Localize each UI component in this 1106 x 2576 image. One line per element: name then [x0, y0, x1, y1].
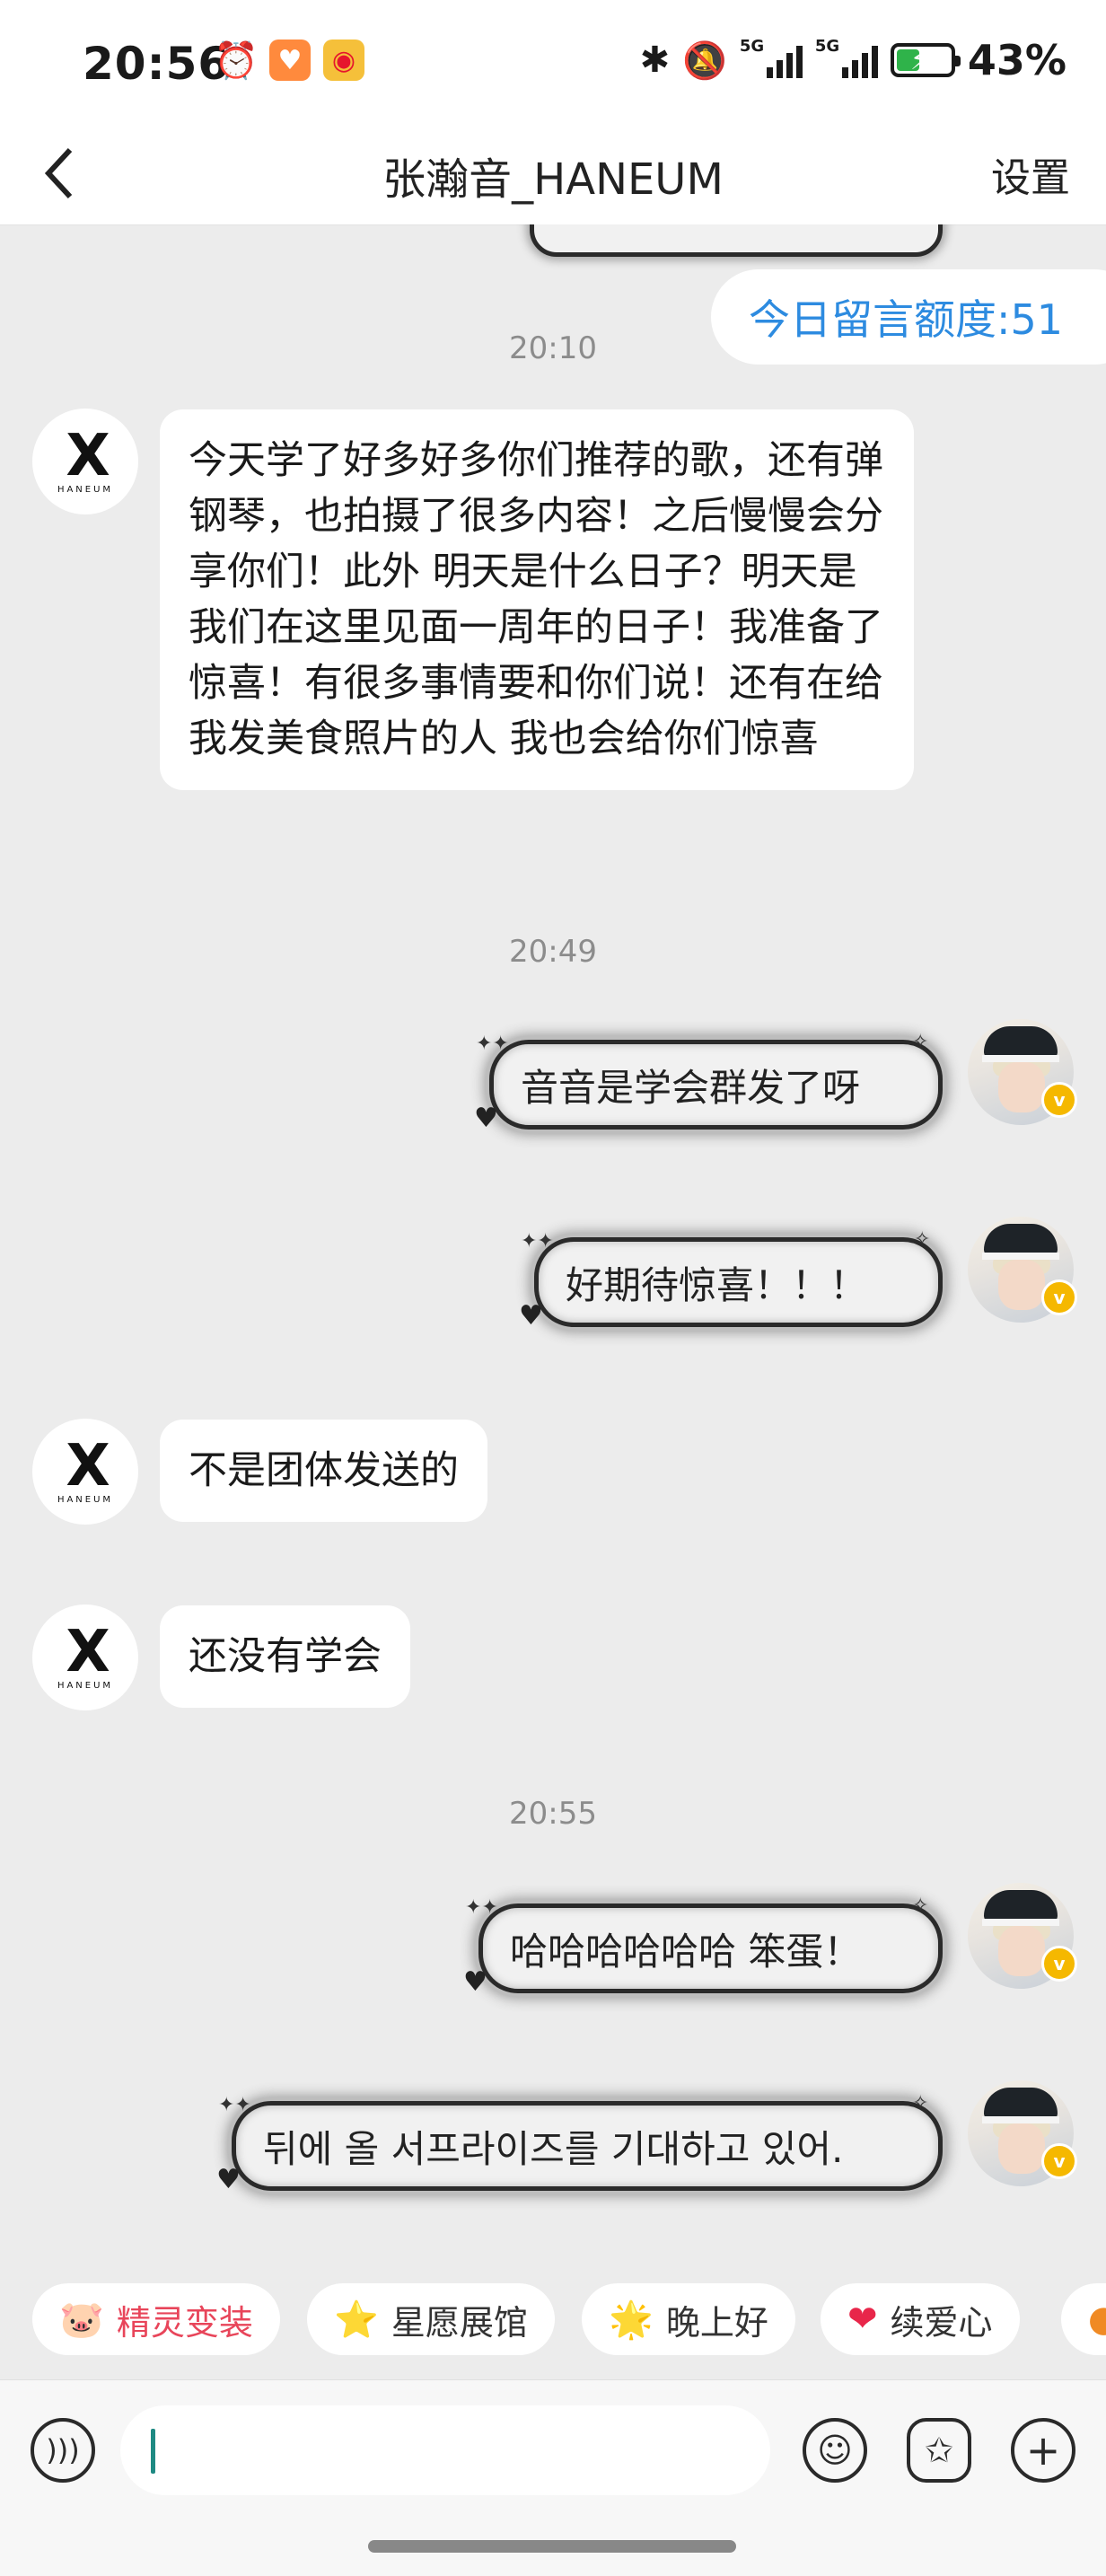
status-left-icons: ⏰ ♥ ◉ — [214, 40, 364, 82]
logo-text: HANEUM — [57, 1680, 114, 1691]
emoji-icon: ☺ — [817, 2431, 853, 2470]
logo-glyph: X — [66, 1618, 110, 1685]
avatar[interactable]: v — [968, 1883, 1077, 1989]
sparkle-icon: ✦✦ — [476, 1033, 509, 1055]
heart-icon: ♥ — [519, 1300, 543, 1332]
message-list[interactable]: 今日留言额度:51 20:10 X HANEUM 今天学了好多好多你们推荐的歌，… — [0, 224, 1106, 2267]
signal-5g-icon: 5G — [740, 37, 803, 78]
avatar[interactable]: X HANEUM — [32, 1605, 138, 1710]
timestamp: 20:49 — [509, 934, 597, 970]
heart-icon: ♥ — [474, 1103, 498, 1134]
chat-header: 张瀚音_HANEUM 设置 — [0, 126, 1106, 225]
avatar[interactable]: v — [968, 1019, 1077, 1125]
verified-badge-icon: v — [1041, 2143, 1077, 2179]
network-type-2: 5G — [814, 37, 840, 56]
chip-renew-heart[interactable]: ❤ 续爱心 — [821, 2283, 1020, 2355]
bow-icon: ✧ — [914, 1228, 931, 1251]
message-input[interactable] — [120, 2405, 770, 2495]
chip-label: 星愿展馆 — [391, 2302, 528, 2343]
text-caret — [151, 2429, 155, 2474]
heart-icon: ❤ — [847, 2299, 878, 2340]
battery-percent: 43% — [967, 36, 1066, 84]
star-icon: ⭐ — [334, 2299, 379, 2341]
heart-icon: ♥ — [463, 1966, 487, 1998]
message-bubble-out[interactable]: 好期待惊喜！！！ — [534, 1237, 943, 1327]
message-bubble-in[interactable]: 不是团体发送的 — [160, 1420, 487, 1522]
message-bubble-out[interactable]: 音音是学会群发了呀 — [489, 1040, 943, 1130]
plus-icon: + — [1025, 2426, 1061, 2475]
logo-text: HANEUM — [57, 484, 114, 495]
bow-icon: ✧ — [912, 1895, 929, 1917]
status-right-icons: ✱ 🔕 5G 5G ⚡ 43% — [640, 36, 1066, 84]
settings-button[interactable]: 设置 — [991, 145, 1070, 203]
emoji-icon: ● — [1088, 2299, 1106, 2340]
logo-text: HANEUM — [57, 1494, 114, 1505]
verified-badge-icon: v — [1041, 1946, 1077, 1982]
emoji-button[interactable]: ☺ — [803, 2418, 867, 2483]
logo-glyph: X — [66, 1432, 110, 1499]
input-bar: ))) ☺ ✩ + — [0, 2379, 1106, 2576]
chip-more[interactable]: ● — [1061, 2283, 1106, 2355]
status-time: 20:56 — [83, 38, 231, 90]
plus-button[interactable]: + — [1011, 2418, 1075, 2483]
star-face-icon: 🌟 — [609, 2299, 654, 2341]
sparkle-icon: ✦✦ — [521, 1230, 554, 1253]
sticker-button[interactable]: ✩ — [907, 2418, 971, 2483]
sparkle-icon: ✦✦ — [465, 1896, 498, 1919]
avatar[interactable]: X HANEUM — [32, 1419, 138, 1525]
battery-charging-icon: ⚡ — [890, 43, 961, 77]
bow-icon: ✧ — [912, 1031, 929, 1053]
pig-icon: 🐷 — [59, 2299, 104, 2341]
heart-icon: ♥ — [216, 2164, 241, 2195]
chip-label: 精灵变装 — [116, 2302, 253, 2343]
sparkle-icon: ✦✦ — [218, 2094, 251, 2116]
avatar[interactable]: v — [968, 2080, 1077, 2186]
chip-label: 续爱心 — [890, 2302, 993, 2343]
previous-message-bubble — [530, 224, 943, 257]
logo-glyph: X — [66, 422, 110, 489]
home-indicator — [368, 2540, 736, 2553]
network-type-1: 5G — [739, 37, 765, 56]
message-bubble-out[interactable]: 哈哈哈哈哈哈 笨蛋！ — [478, 1903, 943, 1993]
message-bubble-in[interactable]: 今天学了好多好多你们推荐的歌，还有弹钢琴，也拍摄了很多内容！之后慢慢会分享你们！… — [160, 409, 914, 790]
alarm-icon: ⏰ — [214, 40, 259, 82]
page-title: 张瀚音_HANEUM — [382, 154, 724, 205]
chip-wish-gallery[interactable]: ⭐ 星愿展馆 — [307, 2283, 555, 2355]
bow-icon: ✧ — [912, 2092, 929, 2114]
bluetooth-icon: ✱ — [639, 40, 671, 81]
verified-badge-icon: v — [1041, 1082, 1077, 1118]
chip-label: 晚上好 — [665, 2302, 768, 2343]
avatar[interactable]: v — [968, 1217, 1077, 1323]
voice-icon: ))) — [46, 2433, 80, 2467]
timestamp: 20:10 — [509, 330, 597, 366]
chip-spirit-costume[interactable]: 🐷 精灵变装 — [32, 2283, 280, 2355]
mute-icon: 🔕 — [682, 40, 727, 82]
message-bubble-in[interactable]: 还没有学会 — [160, 1605, 410, 1708]
message-bubble-out[interactable]: 뒤에 올 서프라이즈를 기대하고 있어. — [232, 2101, 943, 2191]
timestamp: 20:55 — [509, 1796, 597, 1832]
status-bar: 20:56 ⏰ ♥ ◉ ✱ 🔕 5G 5G ⚡ 43% — [0, 0, 1106, 126]
chip-good-evening[interactable]: 🌟 晚上好 — [582, 2283, 795, 2355]
quick-chip-bar[interactable]: 🐷 精灵变装 ⭐ 星愿展馆 🌟 晚上好 ❤ 续爱心 ● — [0, 2267, 1106, 2366]
signal-5g-icon: 5G — [815, 37, 878, 78]
star-sticker-icon: ✩ — [925, 2431, 953, 2470]
verified-badge-icon: v — [1041, 1279, 1077, 1315]
avatar[interactable]: X HANEUM — [32, 409, 138, 514]
heart-app-icon: ♥ — [269, 40, 311, 81]
weibo-icon: ◉ — [323, 40, 364, 81]
voice-button[interactable]: ))) — [31, 2418, 95, 2483]
